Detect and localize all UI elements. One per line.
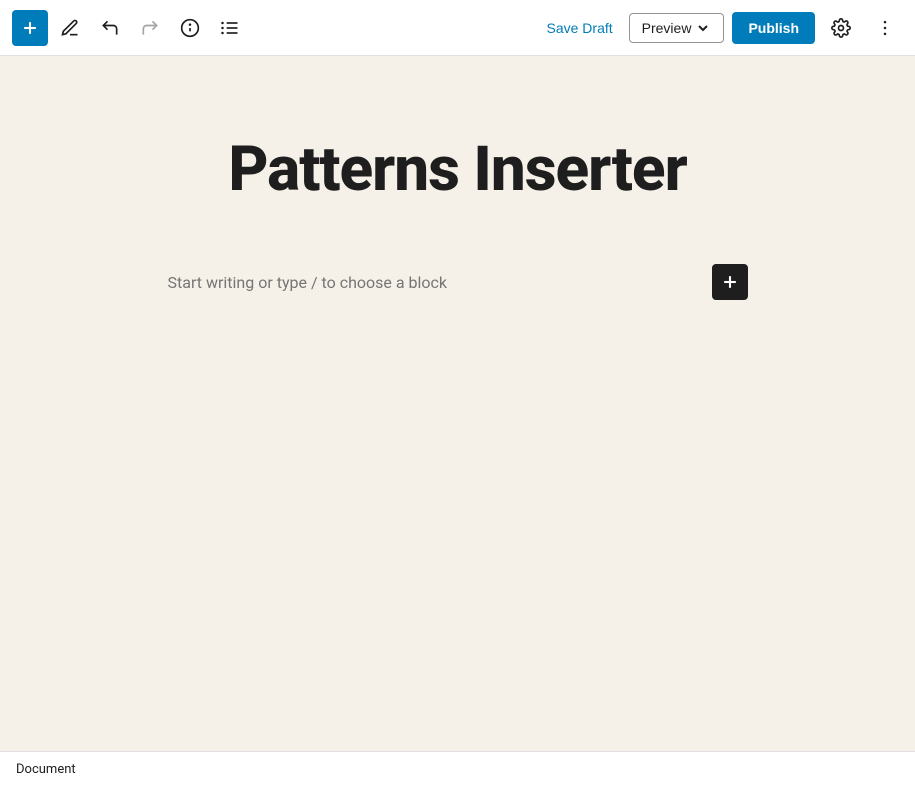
- toolbar: Save Draft Preview Publish: [0, 0, 915, 56]
- preview-button[interactable]: Preview: [629, 13, 725, 43]
- status-bar-label: Document: [16, 762, 76, 777]
- block-placeholder-row: Start writing or type / to choose a bloc…: [158, 264, 758, 300]
- add-block-button[interactable]: [12, 10, 48, 46]
- list-view-button[interactable]: [212, 10, 248, 46]
- publish-button[interactable]: Publish: [732, 12, 815, 44]
- redo-button[interactable]: [132, 10, 168, 46]
- status-bar: Document: [0, 751, 915, 787]
- editor-area: Patterns Inserter Start writing or type …: [0, 56, 915, 751]
- undo-button[interactable]: [92, 10, 128, 46]
- block-placeholder-text[interactable]: Start writing or type / to choose a bloc…: [168, 273, 448, 292]
- toolbar-right: Save Draft Preview Publish: [539, 10, 904, 46]
- settings-button[interactable]: [823, 10, 859, 46]
- preview-label: Preview: [642, 20, 692, 36]
- more-options-button[interactable]: [867, 10, 903, 46]
- toolbar-left: [12, 10, 539, 46]
- tools-button[interactable]: [52, 10, 88, 46]
- chevron-down-icon: [695, 20, 711, 36]
- plus-icon: [720, 272, 740, 292]
- add-block-inline-button[interactable]: [712, 264, 748, 300]
- document-info-button[interactable]: [172, 10, 208, 46]
- save-draft-button[interactable]: Save Draft: [539, 14, 621, 42]
- post-title[interactable]: Patterns Inserter: [58, 136, 858, 204]
